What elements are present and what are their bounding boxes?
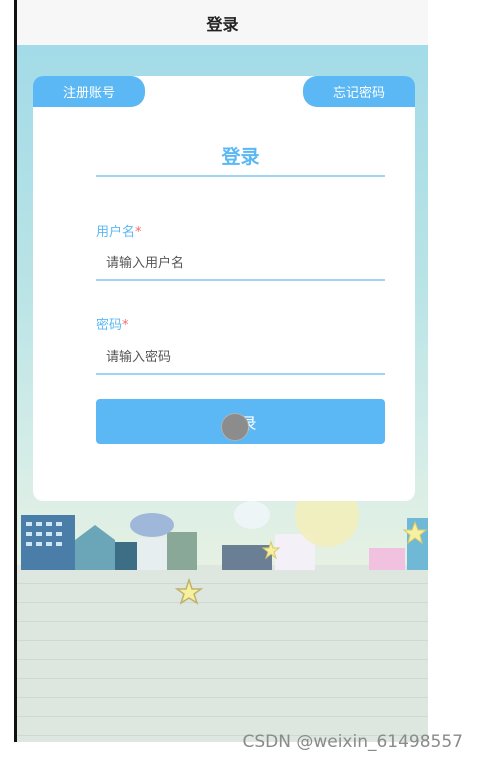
star-icon <box>175 578 203 605</box>
password-label: 密码* <box>96 318 129 333</box>
password-input[interactable] <box>96 341 385 375</box>
username-input[interactable] <box>96 247 385 281</box>
navigation-bar: 登录 <box>17 0 428 45</box>
phone-screen: 登录 注册账号 忘记密码 登录 用户名* 密码* 登录 <box>17 0 428 742</box>
touch-cursor-indicator <box>221 413 249 441</box>
required-mark: * <box>122 318 129 333</box>
username-label: 用户名* <box>96 225 142 240</box>
title-divider <box>96 175 385 177</box>
login-card: 注册账号 忘记密码 登录 用户名* 密码* 登录 <box>33 76 415 501</box>
forgot-password-tab[interactable]: 忘记密码 <box>303 76 415 107</box>
register-account-tab[interactable]: 注册账号 <box>33 76 145 107</box>
required-mark: * <box>135 225 142 240</box>
background-ground <box>17 565 428 742</box>
login-form-title: 登录 <box>221 146 260 168</box>
watermark-text: CSDN @weixin_61498557 <box>242 732 463 752</box>
page-title: 登录 <box>206 14 239 34</box>
